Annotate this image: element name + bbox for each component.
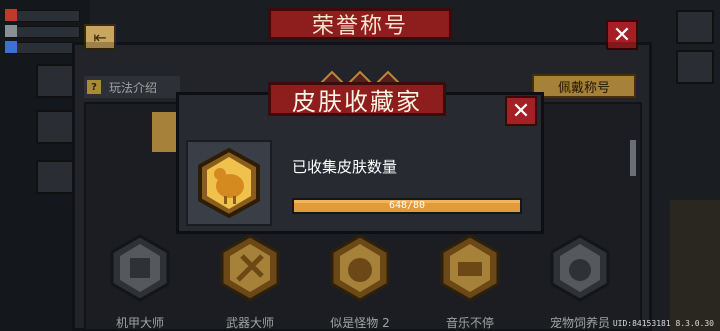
dialog-progress-label: 已收集皮肤数量 bbox=[292, 158, 398, 176]
dialog-title: 皮肤收藏家 bbox=[268, 82, 446, 116]
dialog-badge-box bbox=[186, 140, 272, 226]
page-title: 荣誉称号 bbox=[268, 8, 452, 40]
hud-button-3[interactable] bbox=[36, 160, 76, 194]
close-dialog-button[interactable]: ✕ bbox=[505, 96, 537, 126]
close-icon: ✕ bbox=[511, 98, 531, 124]
shield-icon bbox=[5, 25, 17, 37]
armor-bar bbox=[5, 25, 80, 38]
health-bar bbox=[5, 9, 80, 22]
chicken-skin-icon bbox=[198, 147, 260, 219]
uid-text: UID:84153181 8.3.0.30 bbox=[612, 319, 714, 328]
pause-button[interactable] bbox=[676, 10, 714, 44]
shop-cart-button[interactable] bbox=[676, 50, 714, 84]
hud-button-1[interactable] bbox=[36, 64, 76, 98]
progress-text: 648/80 bbox=[388, 200, 426, 211]
energy-bar bbox=[5, 41, 80, 54]
skin-progress-bar: 648/80 bbox=[292, 198, 522, 214]
hud-button-2[interactable] bbox=[36, 110, 76, 144]
side-character bbox=[670, 200, 720, 331]
heart-icon bbox=[5, 9, 17, 21]
energy-icon bbox=[5, 41, 17, 53]
